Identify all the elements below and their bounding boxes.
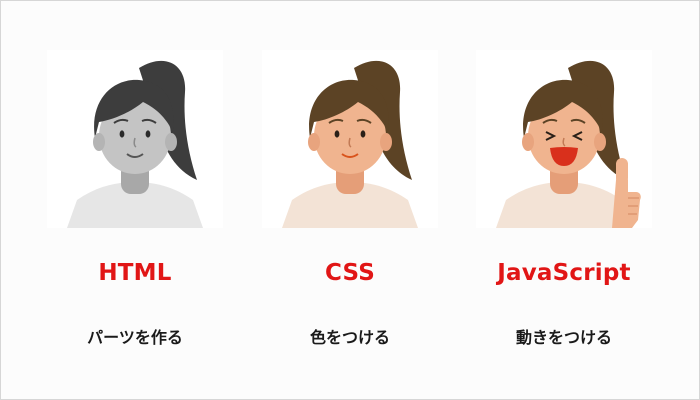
html-illustration [47,50,223,228]
html-description: パーツを作る [87,328,183,347]
html-title: HTML [98,260,172,286]
javascript-description: 動きをつける [515,328,612,347]
javascript-title: JavaScript [497,260,631,286]
css-title: CSS [324,260,375,286]
css-description: 色をつける [309,328,390,347]
javascript-illustration [476,50,652,228]
css-illustration [262,50,438,228]
